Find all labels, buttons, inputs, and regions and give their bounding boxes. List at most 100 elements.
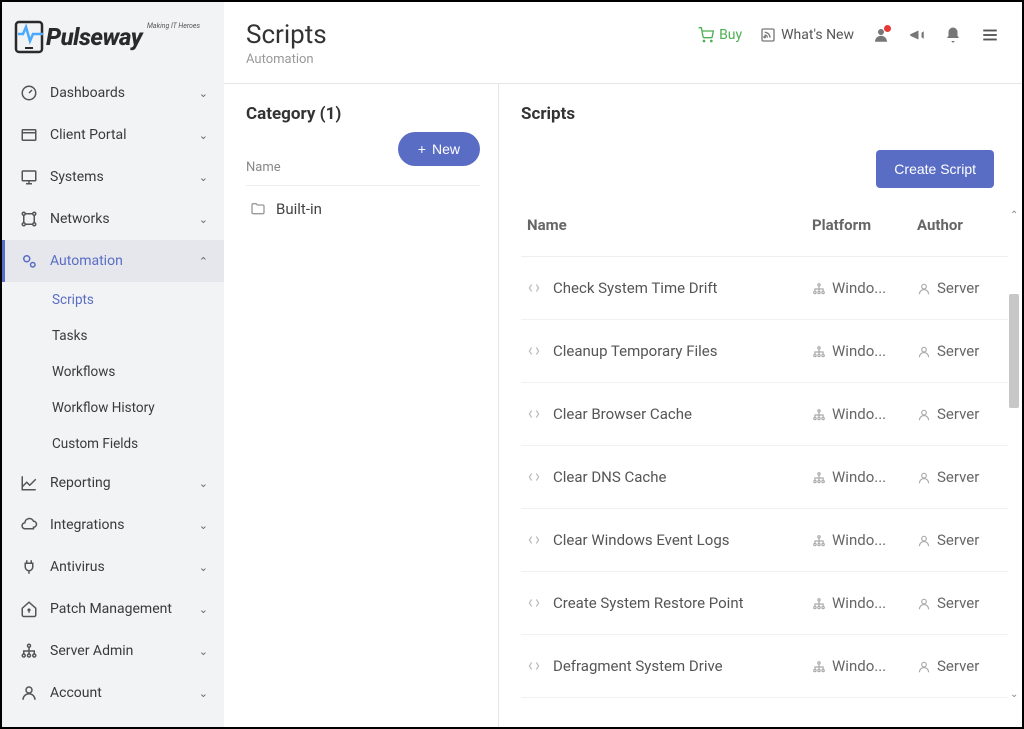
sidebar-sub-custom-fields[interactable]: Custom Fields: [2, 426, 224, 462]
brand-name: Pulseway: [46, 23, 142, 51]
main-content: Scripts Automation Buy What's New: [224, 2, 1022, 727]
script-icon: [527, 533, 541, 547]
script-row[interactable]: Clear Windows Event LogsWindo...Server: [521, 509, 1008, 572]
script-row[interactable]: Cleanup Temporary FilesWindo...Server: [521, 320, 1008, 383]
col-header-author[interactable]: Author: [917, 216, 1002, 234]
gauge-icon: [18, 84, 40, 102]
platform-icon: [812, 534, 826, 548]
sidebar-item-label: Systems: [50, 169, 104, 185]
sidebar: Pulseway Making IT Heroes Dashboards ⌄ C…: [2, 2, 224, 727]
platform-icon: [812, 597, 826, 611]
script-row[interactable]: Defragment System DriveWindo...Server: [521, 635, 1008, 698]
sidebar-item-integrations[interactable]: Integrations ⌄: [2, 504, 224, 546]
platform-icon: [812, 471, 826, 485]
category-row-builtin[interactable]: Built-in: [246, 186, 480, 232]
window-icon: [18, 126, 40, 144]
category-header: Category (1): [246, 104, 480, 124]
rss-icon: [760, 27, 776, 43]
user-menu-icon[interactable]: [872, 26, 890, 44]
cart-icon: [698, 27, 714, 43]
script-author: Server: [917, 468, 1002, 486]
script-icon: [527, 470, 541, 484]
script-platform: Windo...: [812, 468, 917, 486]
buy-link[interactable]: Buy: [698, 27, 742, 43]
script-name: Clear DNS Cache: [553, 468, 812, 486]
sidebar-item-dashboards[interactable]: Dashboards ⌄: [2, 72, 224, 114]
script-name: Clear Windows Event Logs: [553, 531, 812, 549]
platform-icon: [812, 282, 826, 296]
gears-icon: [18, 252, 40, 270]
bell-icon[interactable]: [944, 26, 962, 44]
platform-icon: [812, 345, 826, 359]
script-author: Server: [917, 279, 1002, 297]
author-icon: [917, 534, 931, 548]
script-platform: Windo...: [812, 405, 917, 423]
sidebar-item-client-portal[interactable]: Client Portal ⌄: [2, 114, 224, 156]
sidebar-item-systems[interactable]: Systems ⌄: [2, 156, 224, 198]
sidebar-item-antivirus[interactable]: Antivirus ⌄: [2, 546, 224, 588]
scrollbar[interactable]: ⌃ ⌄: [1008, 210, 1020, 700]
script-row[interactable]: Clear DNS CacheWindo...Server: [521, 446, 1008, 509]
sidebar-item-automation[interactable]: Automation ⌃: [2, 240, 224, 282]
sidebar-sub-workflows[interactable]: Workflows: [2, 354, 224, 390]
hamburger-menu-icon[interactable]: [980, 26, 1000, 44]
chevron-down-icon: ⌄: [199, 561, 208, 574]
script-row[interactable]: Clear Browser CacheWindo...Server: [521, 383, 1008, 446]
scroll-up-icon[interactable]: ⌃: [1010, 210, 1018, 221]
chevron-down-icon: ⌄: [199, 603, 208, 616]
sidebar-item-patch-management[interactable]: Patch Management ⌄: [2, 588, 224, 630]
author-icon: [917, 345, 931, 359]
script-author: Server: [917, 342, 1002, 360]
script-platform: Windo...: [812, 531, 917, 549]
user-icon: [18, 684, 40, 702]
chevron-down-icon: ⌄: [199, 645, 208, 658]
whats-new-link[interactable]: What's New: [760, 27, 854, 43]
network-icon: [18, 210, 40, 228]
brand-logo[interactable]: Pulseway Making IT Heroes: [2, 2, 224, 72]
script-icon: [527, 596, 541, 610]
new-category-button[interactable]: + New: [398, 132, 480, 166]
pulseway-logo-icon: [14, 20, 44, 54]
megaphone-icon[interactable]: [908, 26, 926, 44]
topbar: Scripts Automation Buy What's New: [224, 2, 1022, 84]
sidebar-item-label: Reporting: [50, 475, 111, 491]
chart-icon: [18, 474, 40, 492]
script-author: Server: [917, 594, 1002, 612]
chevron-down-icon: ⌄: [199, 477, 208, 490]
col-header-name[interactable]: Name: [527, 216, 812, 234]
script-row[interactable]: Check System Time DriftWindo...Server: [521, 257, 1008, 320]
sidebar-item-label: Dashboards: [50, 85, 125, 101]
page-title: Scripts: [246, 20, 698, 50]
chevron-down-icon: ⌄: [199, 87, 208, 100]
author-icon: [917, 597, 931, 611]
sidebar-sub-workflow-history[interactable]: Workflow History: [2, 390, 224, 426]
scroll-down-icon[interactable]: ⌄: [1010, 689, 1018, 700]
script-author: Server: [917, 405, 1002, 423]
platform-icon: [812, 408, 826, 422]
chevron-down-icon: ⌄: [199, 171, 208, 184]
author-icon: [917, 408, 931, 422]
chevron-down-icon: ⌄: [199, 213, 208, 226]
script-row[interactable]: Create System Restore PointWindo...Serve…: [521, 572, 1008, 635]
col-header-platform[interactable]: Platform: [812, 216, 917, 234]
sidebar-sub-scripts[interactable]: Scripts: [2, 282, 224, 318]
sidebar-item-account[interactable]: Account ⌄: [2, 672, 224, 714]
script-platform: Windo...: [812, 279, 917, 297]
create-script-button[interactable]: Create Script: [876, 150, 994, 188]
chevron-down-icon: ⌄: [199, 129, 208, 142]
sidebar-item-label: Networks: [50, 211, 110, 227]
scripts-column: Scripts Create Script Name Platform Auth…: [499, 84, 1022, 727]
script-author: Server: [917, 657, 1002, 675]
category-column: Category (1) + New Name Built-in: [224, 84, 499, 727]
sidebar-item-networks[interactable]: Networks ⌄: [2, 198, 224, 240]
sidebar-item-reporting[interactable]: Reporting ⌄: [2, 462, 224, 504]
script-icon: [527, 281, 541, 295]
table-header: Name Platform Author: [521, 206, 1008, 257]
script-name: Cleanup Temporary Files: [553, 342, 812, 360]
cloud-icon: [18, 516, 40, 534]
sidebar-sub-tasks[interactable]: Tasks: [2, 318, 224, 354]
script-platform: Windo...: [812, 594, 917, 612]
scroll-thumb[interactable]: [1009, 294, 1019, 408]
sidebar-item-server-admin[interactable]: Server Admin ⌄: [2, 630, 224, 672]
sidebar-item-label: Patch Management: [50, 601, 172, 617]
